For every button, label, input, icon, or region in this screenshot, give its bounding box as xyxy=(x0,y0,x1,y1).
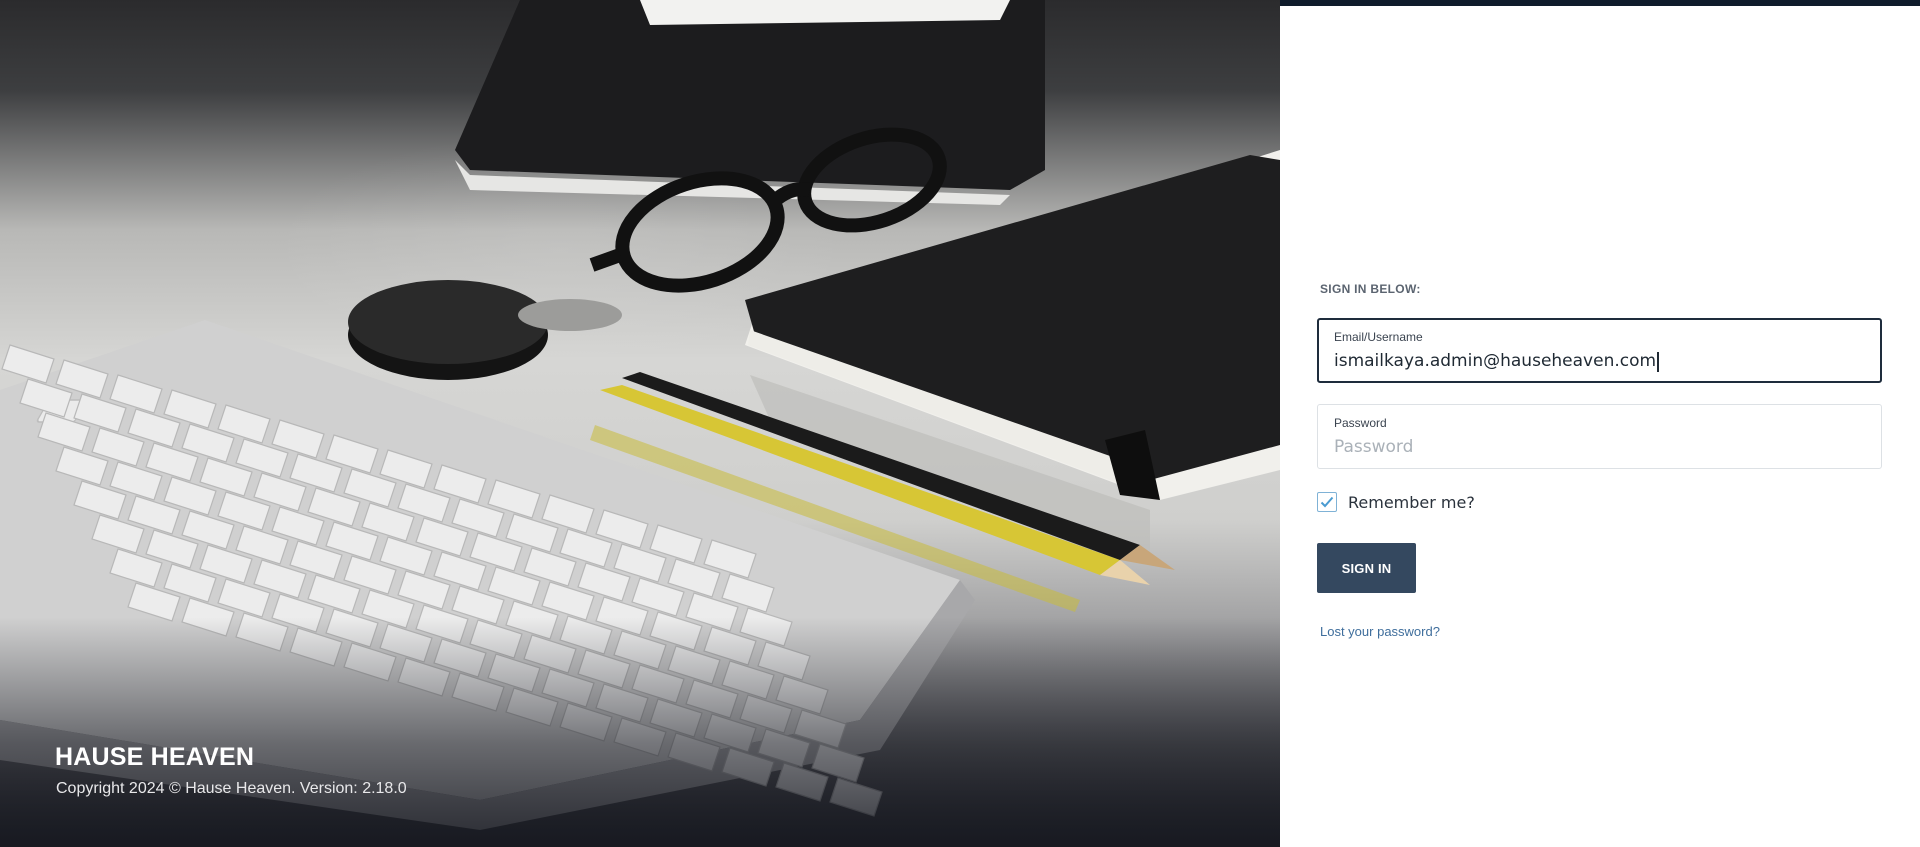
remember-me-label: Remember me? xyxy=(1348,492,1475,512)
remember-me-checkbox[interactable] xyxy=(1317,492,1337,512)
password-field-label: Password xyxy=(1334,416,1387,430)
password-input[interactable] xyxy=(1334,435,1864,459)
auth-panel: SIGN IN BELOW: Email/Username Password R… xyxy=(1280,0,1920,847)
panel-top-bar xyxy=(1280,0,1920,6)
checkmark-icon xyxy=(1320,496,1334,508)
email-field[interactable]: Email/Username xyxy=(1317,318,1882,383)
copyright-text: Copyright 2024 © Hause Heaven. Version: … xyxy=(56,780,407,797)
signin-heading: SIGN IN BELOW: xyxy=(1320,282,1421,296)
remember-me-option[interactable]: Remember me? xyxy=(1317,492,1475,512)
hero-shade xyxy=(0,617,1280,847)
email-input[interactable] xyxy=(1334,349,1864,373)
hero-image: HAUSE HEAVEN Copyright 2024 © Hause Heav… xyxy=(0,0,1280,847)
brand-name: HAUSE HEAVEN xyxy=(55,743,255,771)
text-caret xyxy=(1657,352,1659,372)
keyboard-key xyxy=(1,344,55,384)
password-field[interactable]: Password xyxy=(1317,404,1882,469)
lost-password-link[interactable]: Lost your password? xyxy=(1320,624,1440,639)
email-field-label: Email/Username xyxy=(1334,330,1423,344)
sign-in-button[interactable]: SIGN IN xyxy=(1317,543,1416,593)
